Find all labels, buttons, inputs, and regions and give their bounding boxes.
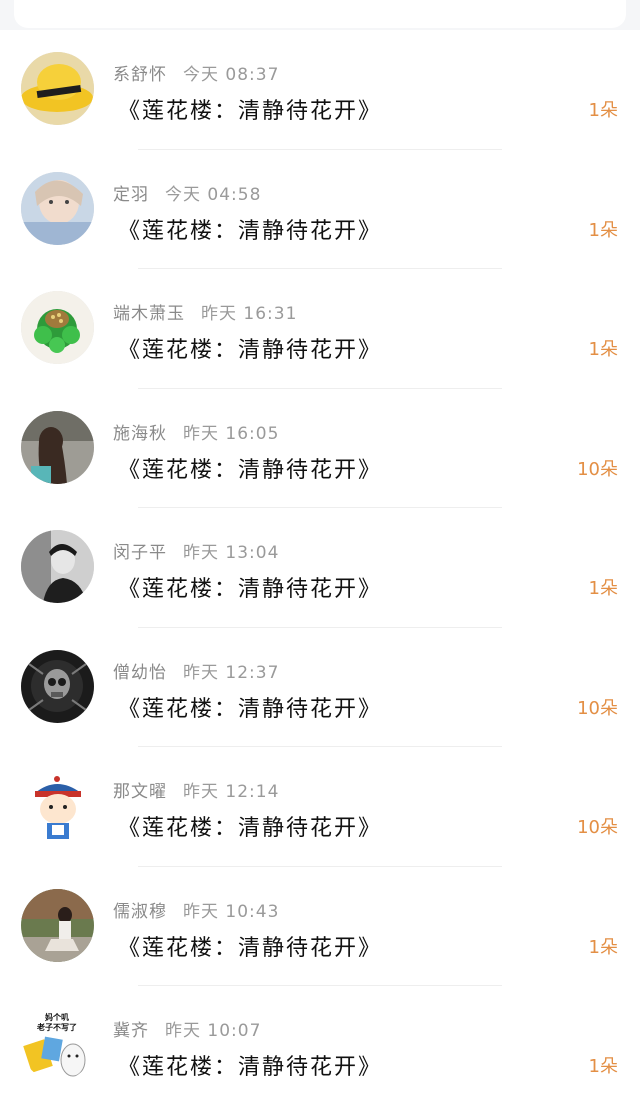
flower-count: 10朵 xyxy=(577,458,618,480)
woman-garden-icon xyxy=(21,888,94,962)
list-item[interactable]: 系舒怀 今天 08:37 《莲花楼：清静待花开》 1朵 xyxy=(0,30,640,150)
list-item[interactable]: 儒淑穆 昨天 10:43 《莲花楼：清静待花开》 1朵 xyxy=(0,867,640,986)
timestamp: 昨天 12:14 xyxy=(183,782,280,802)
timestamp: 昨天 12:37 xyxy=(183,662,280,683)
flower-count: 1朵 xyxy=(588,936,618,958)
avatar[interactable] xyxy=(21,291,94,364)
avatar[interactable] xyxy=(21,530,94,603)
flower-count: 1朵 xyxy=(588,578,618,599)
bw-man-icon xyxy=(21,530,94,603)
selfie-icon xyxy=(21,171,94,245)
sender-name: 儒淑穆 xyxy=(113,901,167,922)
avatar[interactable] xyxy=(21,769,94,842)
sender-name: 端木萧玉 xyxy=(113,304,185,324)
sender-name-line: 那文曜 昨天 12:14 xyxy=(113,777,279,802)
meme-text-line-1: 妈个叽 xyxy=(45,1012,69,1022)
book-title[interactable]: 《莲花楼：清静待花开》 xyxy=(118,452,382,484)
list-item[interactable]: 僧幼怡 昨天 12:37 《莲花楼：清静待花开》 10朵 xyxy=(0,628,640,747)
sender-name-line: 僧幼怡 昨天 12:37 xyxy=(113,658,279,683)
sender-name-line: 系舒怀 今天 08:37 xyxy=(113,60,279,85)
sender-name-line: 端木萧玉 昨天 16:31 xyxy=(113,299,297,324)
timestamp: 昨天 10:07 xyxy=(165,1021,262,1041)
straw-hat-icon xyxy=(21,52,94,125)
sender-name-line: 闵子平 昨天 13:04 xyxy=(113,538,279,563)
list-item[interactable]: 定羽 今天 04:58 《莲花楼：清静待花开》 1朵 xyxy=(0,150,640,269)
timestamp: 昨天 10:43 xyxy=(183,901,280,922)
book-title[interactable]: 《莲花楼：清静待花开》 xyxy=(118,1049,382,1081)
book-title[interactable]: 《莲花楼：清静待花开》 xyxy=(118,213,382,245)
timestamp: 今天 08:37 xyxy=(183,65,280,85)
top-bar-card xyxy=(14,0,626,28)
book-title[interactable]: 《莲花楼：清静待花开》 xyxy=(118,571,382,603)
timestamp: 今天 04:58 xyxy=(165,184,262,205)
skull-icon xyxy=(21,649,94,723)
sender-name: 冀齐 xyxy=(113,1021,149,1041)
cartoon-official-icon xyxy=(21,769,94,842)
avatar[interactable] xyxy=(21,649,94,723)
sender-name: 那文曜 xyxy=(113,782,167,802)
sender-name-line: 儒淑穆 昨天 10:43 xyxy=(113,897,279,922)
flower-count: 10朵 xyxy=(577,817,618,838)
list-item[interactable]: 闵子平 昨天 13:04 《莲花楼：清静待花开》 1朵 xyxy=(0,508,640,628)
flower-count: 1朵 xyxy=(588,339,618,360)
flower-count: 10朵 xyxy=(577,697,618,719)
avatar[interactable] xyxy=(21,410,94,484)
gift-list: 系舒怀 今天 08:37 《莲花楼：清静待花开》 1朵 定羽 今天 04:58 《莲… xyxy=(0,30,640,1106)
avatar[interactable]: 妈个叽 老子不写了 xyxy=(21,1008,94,1081)
list-item[interactable]: 妈个叽 老子不写了 冀齐 昨天 10:07 《莲花楼：清静待花开》 1朵 xyxy=(0,986,640,1106)
timestamp: 昨天 16:05 xyxy=(183,423,280,444)
book-title[interactable]: 《莲花楼：清静待花开》 xyxy=(118,332,382,364)
sender-name-line: 冀齐 昨天 10:07 xyxy=(113,1016,261,1041)
list-item[interactable]: 那文曜 昨天 12:14 《莲花楼：清静待花开》 10朵 xyxy=(0,747,640,867)
flower-count: 1朵 xyxy=(588,100,618,121)
list-item[interactable]: 端木萧玉 昨天 16:31 《莲花楼：清静待花开》 1朵 xyxy=(0,269,640,389)
meme-text-line-2: 老子不写了 xyxy=(36,1022,77,1032)
book-title[interactable]: 《莲花楼：清静待花开》 xyxy=(118,93,382,125)
avatar[interactable] xyxy=(21,171,94,245)
book-title[interactable]: 《莲花楼：清静待花开》 xyxy=(118,810,382,842)
sender-name-line: 定羽 今天 04:58 xyxy=(113,180,261,205)
timestamp: 昨天 16:31 xyxy=(201,304,298,324)
meme-sticker-icon: 妈个叽 老子不写了 xyxy=(21,1008,94,1081)
avatar[interactable] xyxy=(21,52,94,125)
sender-name: 僧幼怡 xyxy=(113,662,167,683)
avatar[interactable] xyxy=(21,888,94,962)
top-bar xyxy=(0,0,640,30)
flower-count: 1朵 xyxy=(588,1056,618,1077)
sender-name-line: 施海秋 昨天 16:05 xyxy=(113,419,279,444)
girl-back-icon xyxy=(21,410,94,484)
leaf-plate-icon xyxy=(21,291,94,364)
book-title[interactable]: 《莲花楼：清静待花开》 xyxy=(118,930,382,962)
flower-count: 1朵 xyxy=(588,219,618,241)
book-title[interactable]: 《莲花楼：清静待花开》 xyxy=(118,691,382,723)
sender-name: 施海秋 xyxy=(113,423,167,444)
sender-name: 闵子平 xyxy=(113,543,167,563)
sender-name: 定羽 xyxy=(113,184,149,205)
timestamp: 昨天 13:04 xyxy=(183,543,280,563)
list-item[interactable]: 施海秋 昨天 16:05 《莲花楼：清静待花开》 10朵 xyxy=(0,389,640,508)
sender-name: 系舒怀 xyxy=(113,65,167,85)
